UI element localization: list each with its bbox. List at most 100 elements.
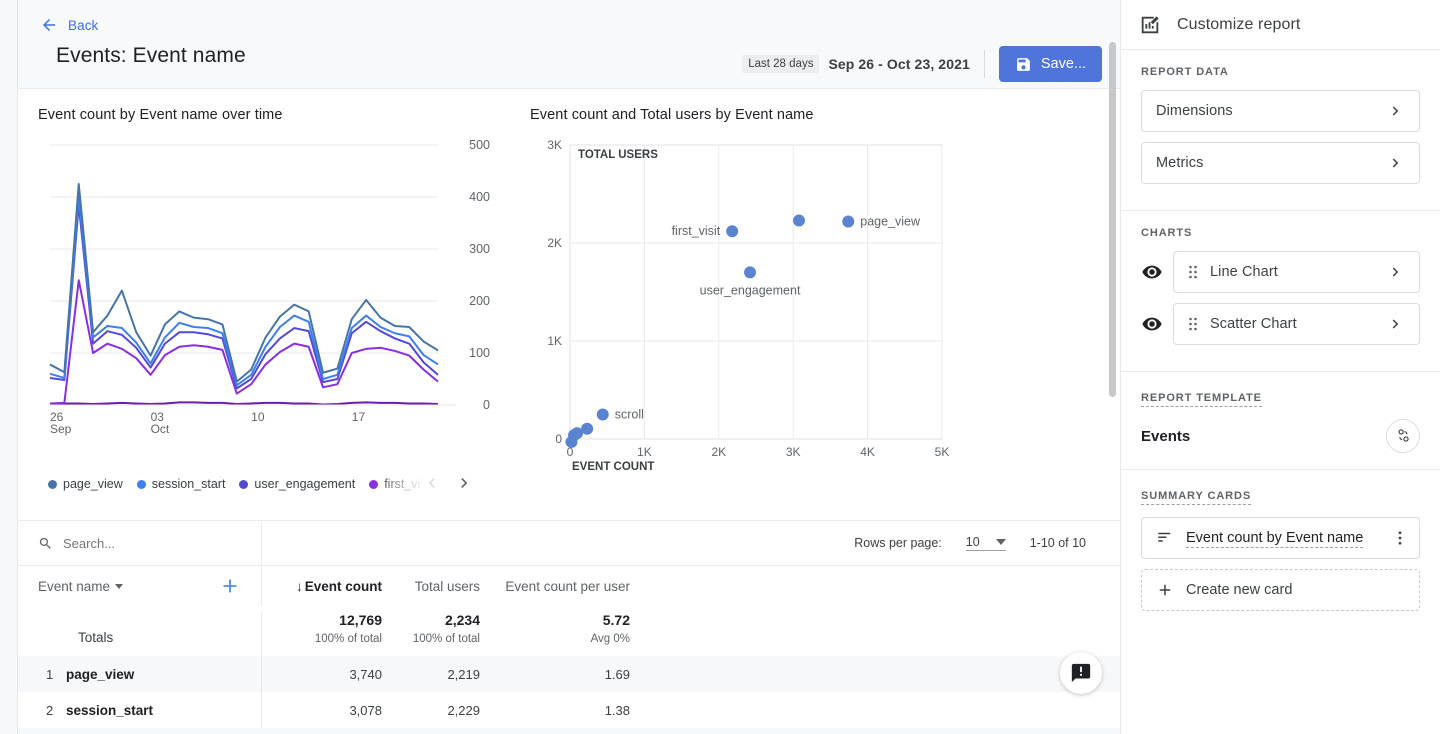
search-icon bbox=[39, 537, 51, 549]
main-scrollbar[interactable] bbox=[1109, 42, 1116, 732]
legend-swatch bbox=[136, 479, 146, 489]
metrics-label: Metrics bbox=[1156, 155, 1204, 171]
template-link-button[interactable] bbox=[1386, 419, 1420, 453]
panel-title: Customize report bbox=[1177, 15, 1301, 33]
chevron-right-icon bbox=[1392, 106, 1399, 116]
svg-text:0: 0 bbox=[555, 432, 562, 446]
line-chart-card: Event count by Event name over time 0 100… bbox=[18, 89, 518, 502]
table-header-row: Event name ↓ Event count Total users Eve… bbox=[18, 566, 1120, 606]
svg-text:2K: 2K bbox=[547, 236, 562, 250]
svg-text:5K: 5K bbox=[935, 445, 950, 459]
totals-value: 12,769 bbox=[339, 612, 382, 628]
table-row[interactable] bbox=[18, 728, 1120, 734]
table-row[interactable]: 1 page_view 3,740 2,219 1.69 bbox=[18, 656, 1120, 692]
metric-header-per-user[interactable]: Event count per user bbox=[480, 579, 630, 594]
line-chart-plot[interactable]: 010020030040050026Sep03Oct10 17 bbox=[38, 137, 498, 462]
drag-handle-icon[interactable] bbox=[1188, 264, 1198, 280]
legend-item-session_start[interactable]: session_start bbox=[136, 477, 225, 491]
dimensions-button[interactable]: Dimensions bbox=[1141, 90, 1420, 132]
rows-per-page-select[interactable]: 10 bbox=[965, 535, 1006, 551]
row-event-name: session_start bbox=[66, 692, 262, 728]
sort-arrow-icon: ↓ bbox=[295, 578, 303, 594]
summary-card-item[interactable]: Event count by Event name bbox=[1141, 517, 1420, 559]
charts-label: CHARTS bbox=[1141, 227, 1193, 239]
metric-header-label: Event count bbox=[304, 578, 382, 594]
dimension-selector[interactable]: Event name bbox=[38, 579, 124, 594]
totals-value: 2,234 bbox=[444, 612, 480, 628]
add-dimension-button[interactable] bbox=[219, 575, 241, 597]
legend-swatch bbox=[369, 479, 379, 489]
chevron-right-icon[interactable] bbox=[454, 471, 474, 495]
feedback-button[interactable] bbox=[1060, 652, 1102, 694]
chevron-left-icon[interactable] bbox=[422, 471, 442, 495]
scatter-chart-label: Scatter Chart bbox=[1210, 316, 1297, 332]
metric-header-total-users[interactable]: Total users bbox=[382, 579, 480, 594]
row-event-name: page_view bbox=[66, 656, 262, 692]
summary-cards-section: SUMMARY CARDS Event count by Event name bbox=[1121, 470, 1440, 627]
panel-header: Customize report bbox=[1121, 0, 1440, 50]
row-per-user: 1.38 bbox=[604, 702, 630, 718]
svg-text:100: 100 bbox=[469, 346, 490, 360]
svg-text:300: 300 bbox=[469, 242, 490, 256]
totals-row: Totals 12,769 100% of total 2,234 100% o… bbox=[18, 606, 1120, 662]
chevron-down-icon bbox=[995, 539, 1006, 545]
more-options-icon[interactable] bbox=[1391, 529, 1409, 547]
link-nodes-icon bbox=[1398, 429, 1409, 442]
svg-text:EVENT COUNT: EVENT COUNT bbox=[572, 461, 654, 473]
pagination-controls: Rows per page: 10 1-10 of 10 bbox=[262, 535, 1120, 551]
row-total-users: 2,219 bbox=[447, 666, 480, 682]
scatter-chart-title: Event count and Total users by Event nam… bbox=[530, 107, 814, 123]
search-input[interactable] bbox=[63, 535, 233, 551]
svg-text:3K: 3K bbox=[547, 138, 562, 152]
metrics-button[interactable]: Metrics bbox=[1141, 142, 1420, 184]
create-new-card-button[interactable]: Create new card bbox=[1141, 569, 1420, 611]
main-content: Back Events: Event name Last 28 days Sep… bbox=[18, 0, 1120, 734]
drag-handle-icon[interactable] bbox=[1188, 316, 1198, 332]
eye-icon[interactable] bbox=[1141, 313, 1163, 335]
svg-text:user_engagement: user_engagement bbox=[700, 283, 801, 297]
metric-header-event-count[interactable]: ↓ Event count bbox=[262, 579, 382, 594]
scatter-chart-plot[interactable]: 0 1K 2K 3K 4K 5K01K2K3KTOTAL USERSEVENT COUNT… bbox=[530, 137, 960, 497]
scatter-chart-button[interactable]: Scatter Chart bbox=[1173, 303, 1420, 345]
top-bar: Back Events: Event name Last 28 days Sep… bbox=[18, 0, 1120, 89]
topbar-actions: Last 28 days Sep 26 - Oct 23, 2021 Save.… bbox=[742, 46, 1102, 82]
table-toolbar: Rows per page: 10 1-10 of 10 bbox=[18, 520, 1120, 566]
totals-event-count: 12,769 100% of total bbox=[262, 612, 382, 645]
scrollbar-thumb[interactable] bbox=[1109, 42, 1116, 397]
back-button[interactable]: Back bbox=[18, 0, 1120, 34]
legend-item-page_view[interactable]: page_view bbox=[48, 477, 123, 491]
svg-text:3K: 3K bbox=[786, 445, 801, 459]
svg-text:10: 10 bbox=[251, 410, 265, 424]
svg-text:2K: 2K bbox=[711, 445, 726, 459]
chevron-down-icon bbox=[115, 583, 124, 589]
svg-text:400: 400 bbox=[469, 190, 490, 204]
bar-list-icon bbox=[1158, 532, 1171, 542]
line-chart-label: Line Chart bbox=[1210, 264, 1278, 280]
line-chart-button[interactable]: Line Chart bbox=[1173, 251, 1420, 293]
summary-cards-label: SUMMARY CARDS bbox=[1141, 490, 1252, 505]
date-range-text: Sep 26 - Oct 23, 2021 bbox=[828, 56, 970, 72]
svg-text:0: 0 bbox=[483, 398, 490, 412]
row-event-count: 3,078 bbox=[349, 702, 382, 718]
legend-swatch bbox=[239, 479, 249, 489]
save-button[interactable]: Save... bbox=[998, 46, 1102, 82]
arrow-left-icon bbox=[43, 19, 55, 31]
search-cell[interactable] bbox=[18, 520, 262, 566]
table-row[interactable]: 2 session_start 3,078 2,229 1.38 bbox=[18, 692, 1120, 728]
svg-text:500: 500 bbox=[469, 138, 490, 152]
report-data-label: REPORT DATA bbox=[1141, 66, 1229, 78]
eye-icon[interactable] bbox=[1141, 261, 1163, 283]
row-per-user: 1.69 bbox=[604, 666, 630, 682]
app-root: Back Events: Event name Last 28 days Sep… bbox=[0, 0, 1440, 734]
date-range-picker[interactable]: Last 28 days Sep 26 - Oct 23, 2021 bbox=[742, 50, 985, 78]
svg-text:1K: 1K bbox=[637, 445, 652, 459]
legend-swatch bbox=[48, 479, 57, 489]
dimensions-label: Dimensions bbox=[1156, 103, 1233, 119]
line-chart-row: Line Chart bbox=[1141, 251, 1420, 293]
totals-sub: 100% of total bbox=[314, 633, 382, 645]
edit-report-icon bbox=[1141, 15, 1159, 33]
rows-per-page-value: 10 bbox=[965, 535, 980, 549]
svg-text:TOTAL USERS: TOTAL USERS bbox=[578, 149, 658, 161]
legend-item-user_engagement[interactable]: user_engagement bbox=[239, 477, 355, 491]
scatter-chart-row: Scatter Chart bbox=[1141, 303, 1420, 345]
